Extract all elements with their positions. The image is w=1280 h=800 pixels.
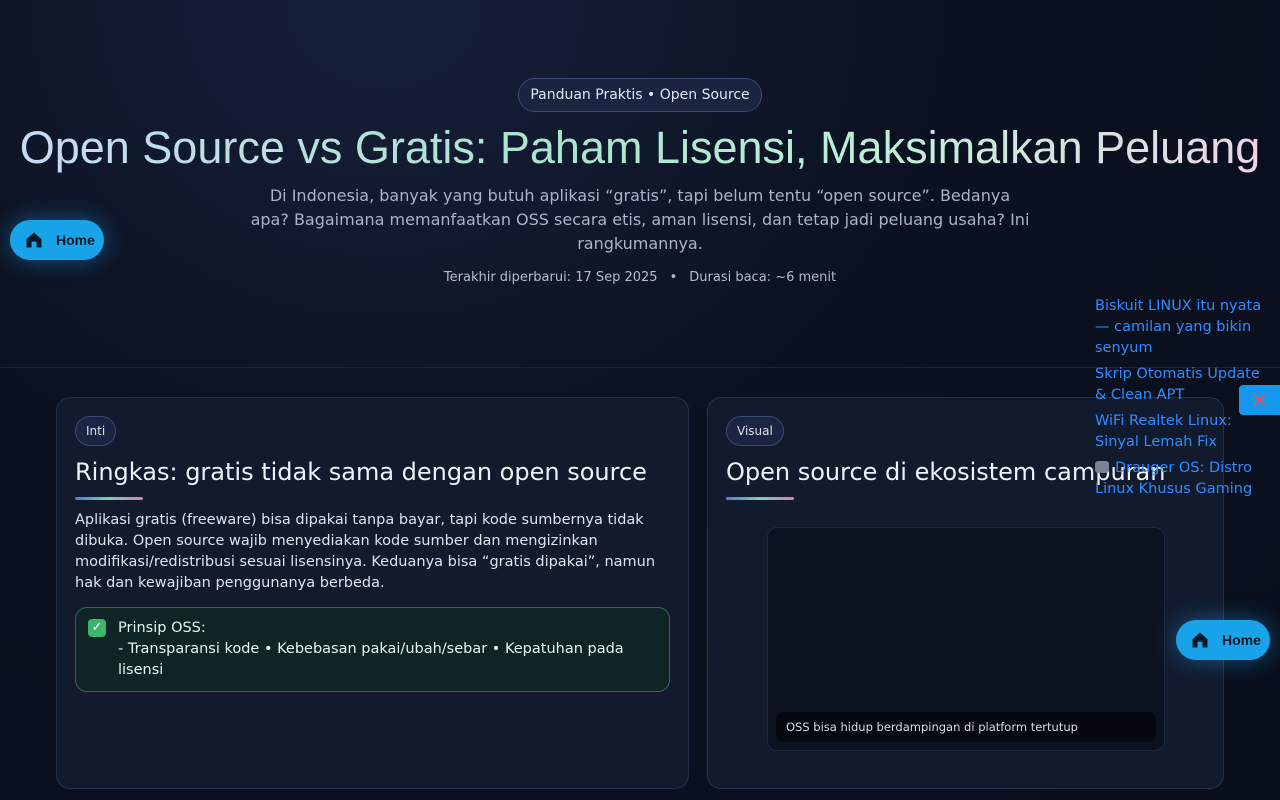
summary-card: Inti Ringkas: gratis tidak sama dengan o… — [56, 397, 689, 789]
hero-section: Panduan Praktis • Open Source Open Sourc… — [0, 0, 1280, 368]
read-time: Durasi baca: ~6 menit — [689, 270, 837, 285]
meta-separator: • — [669, 270, 678, 285]
card-tag: Inti — [75, 416, 117, 446]
related-link[interactable]: Biskuit LINUX itu nyata — camilan yang b… — [1095, 296, 1265, 359]
card-tag: Visual — [726, 416, 784, 446]
visual-frame: OSS bisa hidup berdampingan di platform … — [767, 527, 1165, 751]
related-link-item[interactable]: Drauger OS: Distro Linux Khusus Gaming — [1095, 458, 1265, 500]
category-badge: Panduan Praktis • Open Source — [518, 78, 762, 112]
updated-date: Terakhir diperbarui: 17 Sep 2025 — [443, 270, 658, 285]
close-button[interactable]: ✕ — [1239, 385, 1280, 415]
home-icon — [1192, 632, 1208, 648]
related-link[interactable]: WiFi Realtek Linux: Sinyal Lemah Fix — [1095, 411, 1265, 453]
card-title: Ringkas: gratis tidak sama dengan open s… — [75, 458, 647, 486]
title-underline — [726, 497, 794, 500]
home-button-right[interactable]: Home — [1176, 620, 1270, 660]
note-body: - Transparansi kode • Kebebasan pakai/ub… — [118, 641, 624, 678]
page-subtitle: Di Indonesia, banyak yang butuh aplikasi… — [250, 186, 1030, 253]
page-title: Open Source vs Gratis: Paham Lisensi, Ma… — [0, 120, 1280, 176]
title-underline — [75, 497, 143, 500]
card-body: Aplikasi gratis (freeware) bisa dipakai … — [75, 512, 656, 591]
visual-caption: OSS bisa hidup berdampingan di platform … — [776, 712, 1156, 742]
note-title: Prinsip OSS: — [118, 620, 206, 636]
related-link[interactable]: Drauger OS: Distro Linux Khusus Gaming — [1095, 460, 1252, 497]
home-button-label: Home — [1222, 632, 1261, 648]
principle-note: ✓ Prinsip OSS: - Transparansi kode • Keb… — [75, 607, 670, 692]
article-meta: Terakhir diperbarui: 17 Sep 2025 • Durasi … — [0, 270, 1280, 285]
home-button-left[interactable]: Home — [10, 220, 104, 260]
gamepad-icon — [1095, 461, 1109, 473]
home-icon — [26, 232, 42, 248]
check-icon: ✓ — [88, 619, 106, 637]
home-button-label: Home — [56, 232, 95, 248]
